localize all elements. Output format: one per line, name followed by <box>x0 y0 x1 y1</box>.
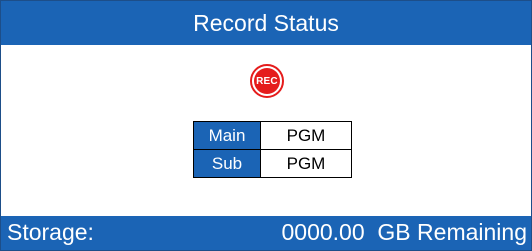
header-bar: Record Status <box>1 1 531 45</box>
sub-value: PGM <box>260 149 352 178</box>
storage-label: Storage: <box>7 219 94 245</box>
table-row-main: Main PGM <box>193 121 352 150</box>
page-title: Record Status <box>193 9 339 36</box>
storage-remaining: 0000.00 GB Remaining <box>281 219 528 245</box>
record-status-panel: Record Status REC Main PGM Sub PGM Stora… <box>0 0 532 251</box>
main-label: Main <box>193 121 261 150</box>
record-icon-label: REC <box>254 68 280 94</box>
record-icon[interactable]: REC <box>250 64 284 98</box>
output-status-table: Main PGM Sub PGM <box>193 121 352 178</box>
storage-bar: Storage: 0000.00 GB Remaining <box>1 216 531 250</box>
sub-label: Sub <box>193 149 261 178</box>
main-value: PGM <box>260 121 352 150</box>
table-row-sub: Sub PGM <box>193 149 352 178</box>
